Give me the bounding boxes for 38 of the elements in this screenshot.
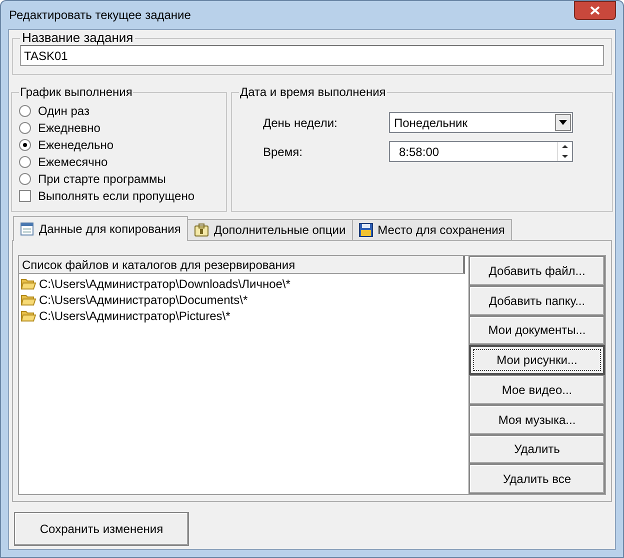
window-title: Редактировать текущее задание xyxy=(8,7,191,24)
action-button[interactable]: Мое видео... xyxy=(469,375,605,405)
action-button[interactable]: Удалить xyxy=(469,434,605,464)
close-button[interactable] xyxy=(574,1,616,20)
day-label: День недели: xyxy=(263,114,338,132)
folder-icon xyxy=(21,278,36,290)
task-name-field[interactable]: TASK01 xyxy=(20,45,604,66)
save-button[interactable]: Сохранить изменения xyxy=(14,512,189,546)
action-button[interactable]: Моя музыка... xyxy=(469,404,605,435)
group-title: Дата и время выполнения xyxy=(239,85,387,99)
toolbox-icon xyxy=(194,223,209,237)
checkbox-option[interactable]: Выполнять если пропущено xyxy=(19,189,219,203)
tab[interactable]: Данные для копирования xyxy=(13,216,188,241)
group-title: Название задания xyxy=(21,31,134,45)
column-header[interactable]: Список файлов и каталогов для резервирования xyxy=(19,256,465,274)
action-button[interactable]: Удалить все xyxy=(469,464,605,494)
radio-option[interactable]: Один раз xyxy=(19,104,219,118)
folder-path[interactable]: C:\Users\Администратор\Pictures\* xyxy=(39,307,230,325)
folder-path[interactable]: C:\Users\Администратор\Documents\* xyxy=(39,291,248,309)
radio-option[interactable]: Ежемесячно xyxy=(19,155,219,169)
group-title: График выполнения xyxy=(19,85,134,99)
folder-icon xyxy=(21,294,36,306)
action-button[interactable]: Добавить папку... xyxy=(469,286,605,316)
close-icon xyxy=(590,6,600,15)
action-button[interactable]: Мои документы... xyxy=(469,316,605,346)
time-spinner[interactable]: 8:58:00 xyxy=(389,141,573,162)
tab[interactable]: Место для сохранения xyxy=(352,219,512,240)
radio-option[interactable]: При старте программы xyxy=(19,172,219,186)
action-button[interactable]: Добавить файл... xyxy=(469,256,605,286)
time-label: Время: xyxy=(263,144,304,160)
folder-path[interactable]: C:\Users\Администратор\Downloads\Личное\* xyxy=(39,275,290,293)
radio-option[interactable]: Еженедельно xyxy=(19,138,219,152)
list-icon xyxy=(20,222,34,236)
action-button[interactable]: Мои рисунки... xyxy=(469,345,605,376)
tab[interactable]: Дополнительные опции xyxy=(186,219,353,240)
radio-option[interactable]: Ежедневно xyxy=(19,121,219,135)
day-dropdown[interactable]: Понедельник xyxy=(389,112,573,133)
folder-icon xyxy=(21,310,36,322)
